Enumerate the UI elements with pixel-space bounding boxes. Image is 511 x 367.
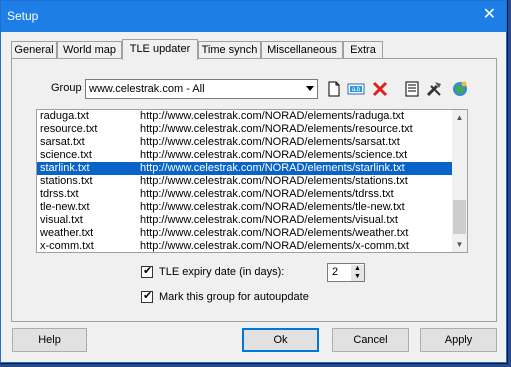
- tab-time-synch[interactable]: Time synch: [198, 41, 261, 58]
- chevron-down-icon[interactable]: [306, 86, 314, 91]
- tab-miscellaneous[interactable]: Miscellaneous: [261, 41, 343, 58]
- tle-file-name: raduga.txt: [40, 110, 89, 122]
- expiry-checkbox[interactable]: ✔: [141, 265, 153, 278]
- apply-button[interactable]: Apply: [420, 328, 497, 352]
- expiry-days-stepper[interactable]: 2 ▲ ▼: [327, 263, 365, 282]
- list-item[interactable]: science.txt http://www.celestrak.com/NORA…: [37, 149, 452, 162]
- rename-icon[interactable]: a.b: [347, 80, 365, 98]
- tle-url: http://www.celestrak.com/NORAD/elements/…: [140, 227, 409, 239]
- scroll-up-icon[interactable]: ▲: [452, 110, 467, 125]
- check-icon: ✔: [143, 265, 153, 277]
- ok-button[interactable]: Ok: [242, 328, 319, 352]
- autoupdate-checkbox[interactable]: ✔: [141, 290, 153, 303]
- check-icon: ✔: [143, 290, 153, 302]
- cancel-button[interactable]: Cancel: [332, 328, 409, 352]
- globe-update-icon[interactable]: [451, 80, 469, 98]
- scroll-down-icon[interactable]: ▼: [452, 237, 467, 252]
- tle-source-list[interactable]: raduga.txt http://www.celestrak.com/NORAD…: [36, 109, 468, 253]
- tle-file-name: visual.txt: [40, 214, 83, 226]
- setup-dialog: Setup ✕ General World map TLE updater Ti…: [0, 0, 507, 363]
- tle-file-name: resource.txt: [40, 123, 98, 135]
- tle-url: http://www.celestrak.com/NORAD/elements/…: [140, 162, 405, 174]
- group-label: Group: [51, 82, 82, 94]
- list-item[interactable]: resource.txt http://www.celestrak.com/NOR…: [37, 123, 452, 136]
- tle-file-name: tdrss.txt: [40, 188, 79, 200]
- tab-world-map[interactable]: World map: [57, 41, 122, 58]
- tle-file-name: starlink.txt: [40, 162, 90, 174]
- list-item[interactable]: stations.txt http://www.celestrak.com/NOR…: [37, 175, 452, 188]
- scroll-thumb[interactable]: [453, 200, 466, 234]
- tle-url: http://www.celestrak.com/NORAD/elements/…: [140, 240, 409, 252]
- tle-url: http://www.celestrak.com/NORAD/elements/…: [140, 110, 405, 122]
- properties-icon[interactable]: [403, 80, 421, 98]
- tle-url: http://www.celestrak.com/NORAD/elements/…: [140, 188, 394, 200]
- list-scrollbar[interactable]: ▲ ▼: [452, 110, 467, 252]
- close-icon[interactable]: ✕: [483, 6, 496, 24]
- title-bar: Setup ✕: [1, 1, 506, 32]
- list-item[interactable]: tle-new.txt http://www.celestrak.com/NORA…: [37, 201, 452, 214]
- tab-extra[interactable]: Extra: [343, 41, 383, 58]
- list-item[interactable]: raduga.txt http://www.celestrak.com/NORAD…: [37, 110, 452, 123]
- autoupdate-label: Mark this group for autoupdate: [159, 291, 309, 303]
- tle-url: http://www.celestrak.com/NORAD/elements/…: [140, 149, 408, 161]
- list-item[interactable]: x-comm.txt http://www.celestrak.com/NORAD…: [37, 240, 452, 252]
- tle-url: http://www.celestrak.com/NORAD/elements/…: [140, 201, 405, 213]
- tle-file-name: weather.txt: [40, 227, 94, 239]
- group-select-value: www.celestrak.com - All: [89, 83, 205, 95]
- tle-url: http://www.celestrak.com/NORAD/elements/…: [140, 136, 400, 148]
- tle-file-name: x-comm.txt: [40, 240, 94, 252]
- tools-icon[interactable]: [425, 80, 443, 98]
- help-button[interactable]: Help: [12, 328, 87, 352]
- tle-url: http://www.celestrak.com/NORAD/elements/…: [140, 175, 408, 187]
- tle-url: http://www.celestrak.com/NORAD/elements/…: [140, 123, 413, 135]
- tle-url: http://www.celestrak.com/NORAD/elements/…: [140, 214, 398, 226]
- expiry-days-value: 2: [332, 266, 339, 278]
- list-item[interactable]: weather.txt http://www.celestrak.com/NORA…: [37, 227, 452, 240]
- window-title: Setup: [7, 9, 39, 23]
- svg-text:a.b: a.b: [352, 87, 361, 93]
- expiry-label: TLE expiry date (in days):: [159, 266, 285, 278]
- stepper-up-icon[interactable]: ▲: [351, 265, 364, 273]
- list-item[interactable]: visual.txt http://www.celestrak.com/NORAD…: [37, 214, 452, 227]
- tle-file-name: stations.txt: [40, 175, 93, 187]
- list-item[interactable]: tdrss.txt http://www.celestrak.com/NORAD/…: [37, 188, 452, 201]
- stepper-down-icon[interactable]: ▼: [351, 273, 364, 281]
- tle-file-name: sarsat.txt: [40, 136, 85, 148]
- tle-file-name: science.txt: [40, 149, 92, 161]
- tab-general[interactable]: General: [11, 41, 57, 58]
- group-select[interactable]: www.celestrak.com - All: [85, 79, 318, 99]
- tab-tle-updater[interactable]: TLE updater: [122, 39, 198, 60]
- list-item-selected[interactable]: starlink.txt http://www.celestrak.com/NOR…: [37, 162, 452, 175]
- delete-icon[interactable]: [371, 80, 389, 98]
- new-document-icon[interactable]: [325, 80, 343, 98]
- tle-file-name: tle-new.txt: [40, 201, 90, 213]
- list-item[interactable]: sarsat.txt http://www.celestrak.com/NORAD…: [37, 136, 452, 149]
